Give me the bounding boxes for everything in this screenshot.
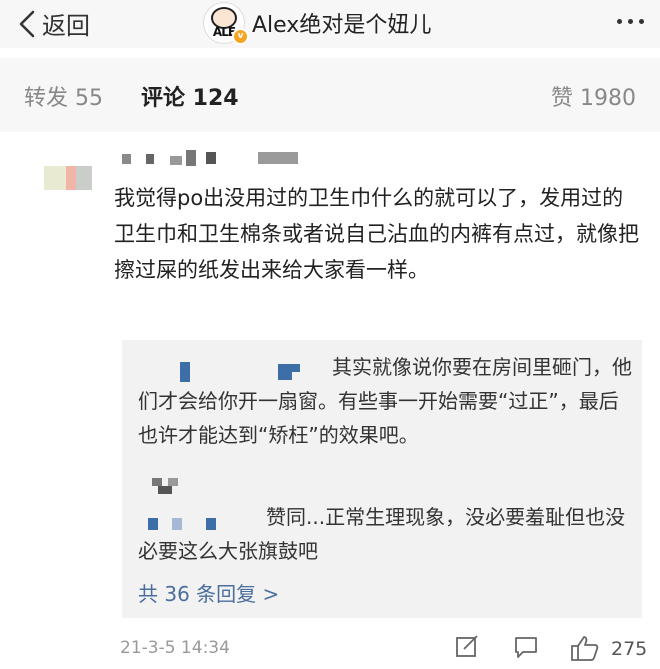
tab-bar: 转发 55 评论 124 赞 1980 (0, 58, 660, 132)
tab-likes[interactable]: 赞 1980 (551, 80, 636, 112)
page-title: Alex绝对是个妞儿 (252, 13, 432, 38)
back-chevron-icon (19, 10, 35, 37)
share-edit-icon[interactable] (455, 634, 479, 664)
replies-box[interactable]: 其实就像说你要在房间里砸门，他们才会给你开一扇窗。有些事一开始需要“过正”，最后… (122, 340, 642, 618)
commenter-username-blurred[interactable] (122, 150, 302, 166)
reply-1-text: 其实就像说你要在房间里砸门，他们才会给你开一扇窗。有些事一开始需要“过正”，最后… (138, 355, 632, 447)
comment-bubble-icon[interactable] (513, 634, 539, 664)
back-label: 返回 (42, 12, 90, 40)
more-dots-icon (617, 10, 644, 24)
view-all-replies-link[interactable]: 共 36 条回复 > (138, 578, 279, 607)
top-nav-bar: 返回 ALE v Alex绝对是个妞儿 (0, 0, 660, 48)
more-options-button[interactable] (617, 10, 644, 24)
tab-comments[interactable]: 评论 124 (141, 80, 239, 112)
tab-reposts[interactable]: 转发 55 (24, 80, 103, 112)
like-count: 275 (611, 638, 648, 660)
commenter-avatar[interactable] (44, 166, 92, 192)
comment-footer: 21-3-5 14:34 275 (0, 632, 660, 668)
comment-text: 我觉得po出没用过的卫生巾什么的就可以了，发用过的卫生巾和卫生棉条或者说自己沾血… (114, 186, 639, 282)
comment-timestamp: 21-3-5 14:34 (120, 638, 230, 658)
thumbs-up-icon[interactable] (570, 634, 600, 666)
back-button[interactable]: 返回 (18, 6, 90, 41)
reply-2-text: 赞同...正常生理现象，没必要羞耻但也没必要这么大张旗鼓吧 (138, 505, 626, 563)
verified-badge-icon: v (232, 28, 249, 45)
